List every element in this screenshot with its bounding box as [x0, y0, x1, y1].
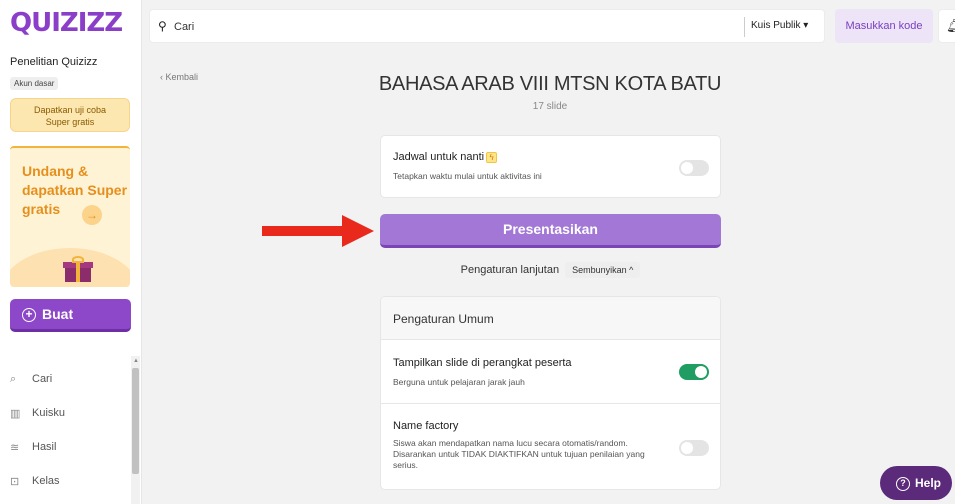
search-bar: ⚲ Kuis Publik ▾ [149, 9, 825, 43]
library-icon: ▥ [10, 407, 21, 420]
trial-line2: Super gratis [45, 117, 95, 127]
public-quiz-dropdown[interactable]: Kuis Publik ▾ [751, 20, 808, 31]
sidebar: QUIZIZZ Penelitian Quizizz Akun dasar Da… [0, 0, 142, 504]
show-slides-toggle[interactable] [679, 364, 709, 380]
hide-advanced-button[interactable]: Sembunyikan ^ [565, 262, 641, 278]
general-settings-card: Pengaturan Umum Tampilkan slide di peran… [380, 296, 721, 490]
create-label: Buat [42, 306, 74, 322]
general-settings-title: Pengaturan Umum [393, 312, 494, 326]
search-input[interactable] [174, 17, 734, 37]
bell-icon[interactable]: 🔔︎ [938, 9, 955, 43]
lightning-icon: ϟ [486, 152, 498, 163]
scroll-up-icon[interactable]: ▲ [133, 358, 139, 364]
advanced-settings-label: Pengaturan lanjutan [460, 264, 560, 276]
invite-card[interactable]: Undang & dapatkan Super gratis → [10, 146, 130, 287]
schedule-title: Jadwal untuk nanti [393, 151, 485, 163]
user-name: Penelitian Quizizz [10, 56, 98, 68]
sidebar-item-label: Cari [32, 373, 53, 385]
sidebar-scroll-thumb[interactable] [132, 368, 139, 474]
schedule-toggle[interactable] [679, 160, 709, 176]
class-icon: ⊡ [10, 475, 20, 488]
show-slides-description: Berguna untuk pelajaran jarak jauh [393, 377, 525, 387]
advanced-settings-row: Pengaturan lanjutan Sembunyikan ^ [380, 262, 721, 278]
back-link[interactable]: ‹ Kembali [160, 72, 198, 82]
schedule-title-row: Jadwal untuk nanti ϟ [393, 151, 498, 163]
schedule-description: Tetapkan waktu mulai untuk aktivitas ini [393, 171, 542, 181]
enter-code-button[interactable]: Masukkan kode [835, 9, 933, 43]
gift-icon [63, 256, 93, 282]
help-label: Help [915, 476, 942, 490]
sidebar-item-label: Hasil [32, 441, 57, 453]
toggle-knob [681, 442, 693, 454]
slide-count: 17 slide [532, 101, 568, 112]
chart-icon: ≊ [10, 441, 20, 454]
account-type-badge: Akun dasar [10, 77, 59, 90]
help-button[interactable]: ? Help [880, 466, 952, 500]
name-factory-title: Name factory [393, 420, 459, 432]
name-factory-toggle[interactable] [679, 440, 709, 456]
quiz-title: BAHASA ARAB VIII MTSN KOTA BATU [378, 73, 722, 95]
super-trial-button[interactable]: Dapatkan uji coba Super gratis [10, 98, 130, 132]
schedule-card: Jadwal untuk nanti ϟ Tetapkan waktu mulai… [380, 135, 721, 198]
toggle-knob [681, 162, 693, 174]
search-icon: ⌕ [10, 372, 17, 385]
sidebar-nav: ⌕ Cari ▥ Kuisku ≊ Hasil ⊡ Kelas [10, 362, 130, 498]
name-factory-description: Siswa akan mendapatkan nama lucu secara … [393, 438, 645, 470]
sidebar-item-hasil[interactable]: ≊ Hasil [10, 430, 130, 464]
toggle-knob [695, 366, 707, 378]
general-settings-header: Pengaturan Umum [381, 297, 720, 340]
quizizz-logo[interactable]: QUIZIZZ [10, 8, 123, 38]
red-arrow-annotation [262, 215, 374, 247]
invite-text: Undang & dapatkan Super gratis [22, 163, 128, 217]
divider [744, 17, 745, 37]
trial-line1: Dapatkan uji coba [33, 105, 107, 115]
arrow-right-icon[interactable]: → [82, 205, 102, 225]
present-button[interactable]: Presentasikan [380, 214, 721, 248]
show-slides-title: Tampilkan slide di perangkat peserta [393, 357, 572, 369]
question-icon: ? [896, 477, 910, 491]
sidebar-item-label: Kelas [32, 475, 60, 487]
sidebar-item-label: Kuisku [32, 407, 66, 419]
create-button[interactable]: + Buat [10, 299, 131, 332]
sidebar-item-kelas[interactable]: ⊡ Kelas [10, 464, 130, 498]
sidebar-item-kuisku[interactable]: ▥ Kuisku [10, 396, 130, 430]
sidebar-item-cari[interactable]: ⌕ Cari [10, 362, 130, 396]
plus-circle-icon: + [22, 308, 36, 322]
divider [381, 403, 720, 404]
search-icon: ⚲ [158, 19, 167, 33]
